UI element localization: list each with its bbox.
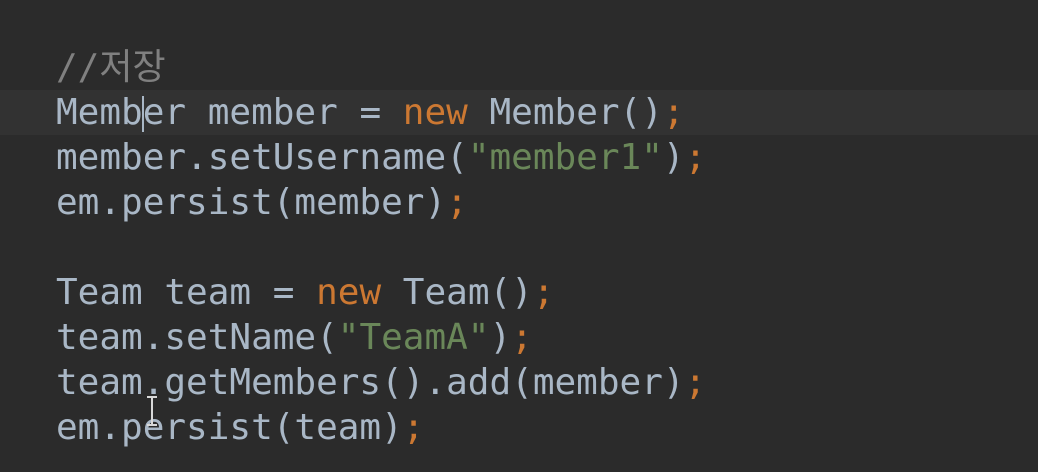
code-line[interactable]: //저장: [0, 45, 1038, 90]
code-token-punct: ;: [511, 317, 533, 358]
code-line-content: em.persist(team);: [56, 405, 424, 450]
code-line-content: em.persist(member);: [56, 180, 468, 225]
code-line-content: Team team = new Team();: [56, 270, 555, 315]
code-line-content: Member member = new Member();: [56, 90, 685, 135]
code-token-str: "TeamA": [337, 317, 490, 358]
code-line[interactable]: em.persist(member);: [0, 180, 1038, 225]
code-line[interactable]: member.setUsername("member1");: [0, 135, 1038, 180]
code-token-plain: member.setUsername(: [56, 137, 468, 178]
code-token-plain: er member =: [142, 92, 403, 133]
code-token-punct: ;: [446, 182, 468, 223]
code-line-content: team.setName("TeamA");: [56, 315, 533, 360]
code-line-content: member.setUsername("member1");: [56, 135, 706, 180]
code-token-plain: Member(): [467, 92, 663, 133]
code-token-punct: ;: [684, 137, 707, 178]
code-line[interactable]: [0, 225, 1038, 270]
code-token-plain: Team team =: [56, 272, 317, 313]
code-line[interactable]: team.setName("TeamA");: [0, 315, 1038, 360]
code-token-plain: Memb: [56, 92, 143, 133]
code-token-plain: team.setName(: [56, 317, 338, 358]
code-token-punct: ;: [662, 92, 685, 133]
code-token-str: "member1": [467, 137, 663, 178]
code-token-plain: ): [489, 317, 512, 358]
code-token-kw: new: [402, 92, 468, 133]
code-token-plain: ): [662, 137, 685, 178]
code-token-plain: em.persist(team): [56, 407, 403, 448]
code-token-punct: ;: [402, 407, 425, 448]
code-token-punct: ;: [532, 272, 555, 313]
code-token-plain: em.persist(member): [56, 182, 447, 223]
code-token-punct: ;: [684, 362, 707, 403]
code-line[interactable]: Team team = new Team();: [0, 270, 1038, 315]
code-line-content: //저장: [56, 45, 166, 90]
code-token-plain: Team(): [381, 272, 533, 313]
code-token-comment: //저장: [56, 47, 166, 88]
code-token-kw: new: [316, 272, 382, 313]
code-line-current[interactable]: Member member = new Member();: [0, 90, 1038, 135]
mouse-ibeam-cursor-icon: [147, 396, 157, 426]
